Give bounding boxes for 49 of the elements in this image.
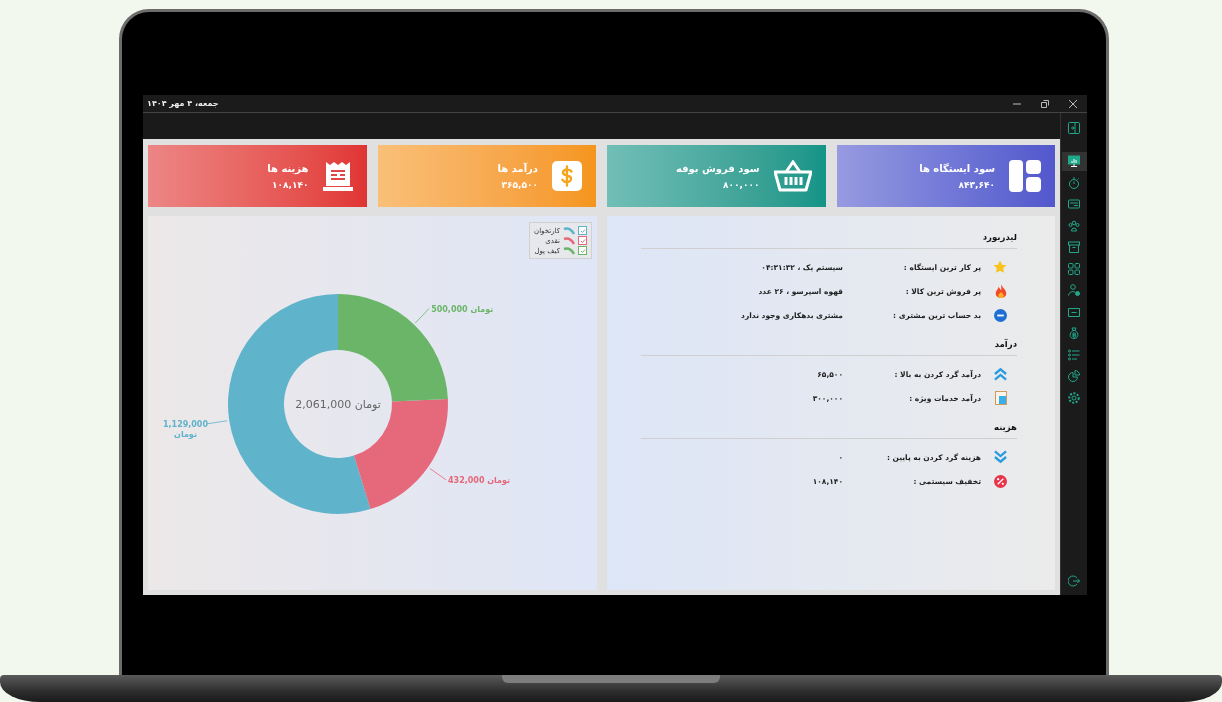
leader-line (414, 308, 430, 324)
card-title: درآمد ها (497, 162, 538, 174)
donut-total-label: 2,061,000 تومان (295, 398, 381, 411)
star-icon (993, 260, 1007, 274)
double-chevron-up-icon (994, 367, 1007, 381)
basket-icon (773, 160, 812, 192)
card-value: ۳۶۵,۵۰۰ (500, 179, 538, 190)
wallet-icon (1068, 305, 1080, 318)
card-value: ۱۰۸,۱۴۰ (271, 179, 309, 190)
section-heading: لیدربورد (641, 228, 1017, 249)
card-value: ۸۰۰,۰۰۰ (722, 179, 760, 190)
double-chevron-down-icon (994, 450, 1007, 464)
section-heading: هزینه (641, 418, 1017, 439)
close-icon[interactable] (1069, 99, 1077, 108)
stopwatch-icon (1068, 176, 1080, 189)
receipt-icon (322, 160, 353, 192)
panel-toggle-icon[interactable] (1068, 122, 1080, 134)
flame-icon (995, 284, 1007, 298)
archive-box-icon (1068, 241, 1080, 254)
tiles-icon (1009, 160, 1041, 192)
list-icon (1068, 348, 1080, 361)
card-title: سود فروش بوفه (675, 162, 760, 174)
card-title: سود ایستگاه ها (919, 162, 995, 174)
card-title: هزینه ها (267, 162, 309, 174)
window-title: جمعه، ۴ مهر ۱۴۰۴ (147, 99, 219, 108)
people-icon (1068, 219, 1080, 232)
settings-icon (1068, 391, 1080, 404)
legend-checkbox[interactable] (578, 246, 587, 255)
section-heading: درآمد (641, 335, 1017, 356)
document-icon (995, 391, 1007, 405)
leader-line (207, 420, 228, 425)
money-bag-icon (1068, 327, 1080, 340)
slice-value-label: 500,000 تومان (431, 304, 494, 314)
presentation-chart-icon (1068, 155, 1080, 168)
pie-chart-icon (1068, 370, 1080, 383)
sidebar-item[interactable] (1061, 152, 1087, 171)
logout-icon[interactable] (1068, 575, 1080, 587)
card-icon (1068, 198, 1080, 211)
leader-line (429, 467, 447, 481)
dollar-icon (552, 161, 582, 191)
restore-icon[interactable] (1041, 99, 1049, 108)
percent-icon (994, 474, 1007, 488)
card-value: ۸۴۳,۶۴۰ (957, 179, 995, 190)
minus-circle-icon (994, 308, 1007, 322)
legend-checkbox[interactable] (578, 236, 587, 245)
slice-value-label: 432,000 تومان (448, 475, 511, 485)
grid-icon (1068, 262, 1080, 275)
legend-checkbox[interactable] (578, 226, 587, 235)
user-icon (1068, 284, 1080, 297)
